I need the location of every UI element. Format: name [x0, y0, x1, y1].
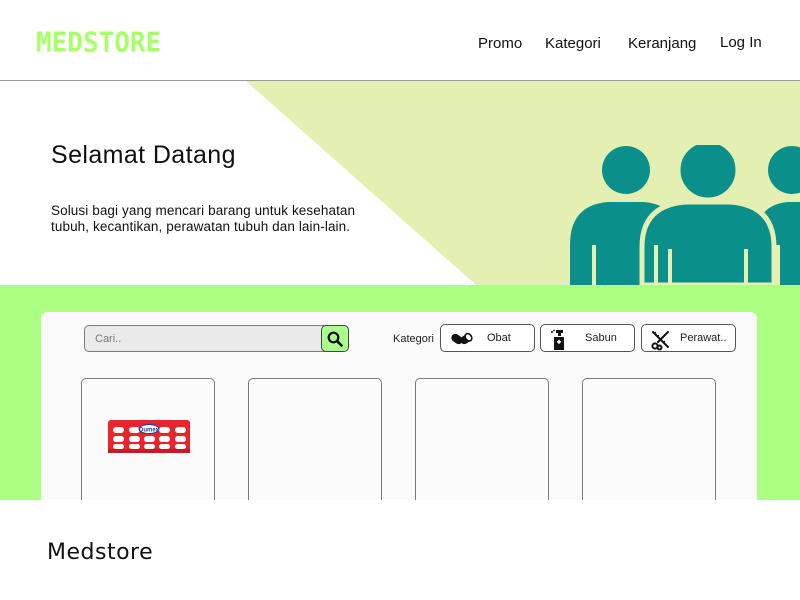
category-sabun-label: Sabun: [585, 332, 617, 344]
nav-keranjang[interactable]: Keranjang: [628, 35, 696, 52]
people-group-icon: [570, 145, 800, 285]
category-obat-label: Obat: [487, 332, 511, 344]
product-card[interactable]: [248, 378, 382, 518]
product-section: Kategori Obat: [0, 285, 800, 518]
pill-blister-pack-image: Dumex: [108, 420, 190, 453]
search-bar: [84, 325, 349, 352]
site-header: MEDSTORE Promo Kategori Keranjang Log In: [0, 0, 800, 81]
site-footer: Medstore: [0, 500, 800, 600]
category-label: Kategori: [393, 333, 434, 345]
category-sabun-button[interactable]: Sabun: [540, 324, 635, 352]
hero-banner: Selamat Datang Solusi bagi yang mencari …: [0, 81, 800, 285]
pill-icon: [451, 332, 473, 345]
hero-title: Selamat Datang: [51, 141, 236, 169]
hero-description: Solusi bagi yang mencari barang untuk ke…: [51, 203, 356, 234]
scissors-comb-icon: [651, 331, 669, 351]
soap-bottle-icon: [551, 329, 564, 350]
search-button[interactable]: [321, 325, 349, 352]
nav-kategori[interactable]: Kategori: [545, 35, 601, 52]
search-input[interactable]: [85, 326, 321, 351]
nav-promo[interactable]: Promo: [478, 35, 522, 52]
login-link[interactable]: Log In: [720, 34, 762, 51]
footer-brand: Medstore: [47, 540, 154, 565]
product-card[interactable]: [582, 378, 716, 518]
site-logo[interactable]: MEDSTORE: [36, 27, 161, 59]
product-panel: Kategori Obat: [41, 312, 757, 518]
category-obat-button[interactable]: Obat: [440, 324, 535, 352]
blister-brand-text: Dumex: [139, 427, 160, 433]
category-perawatan-button[interactable]: Perawat..: [641, 324, 736, 352]
product-card[interactable]: [415, 378, 549, 518]
search-icon: [327, 331, 343, 347]
category-perawatan-label: Perawat..: [680, 332, 727, 344]
product-card[interactable]: Dumex: [81, 378, 215, 518]
